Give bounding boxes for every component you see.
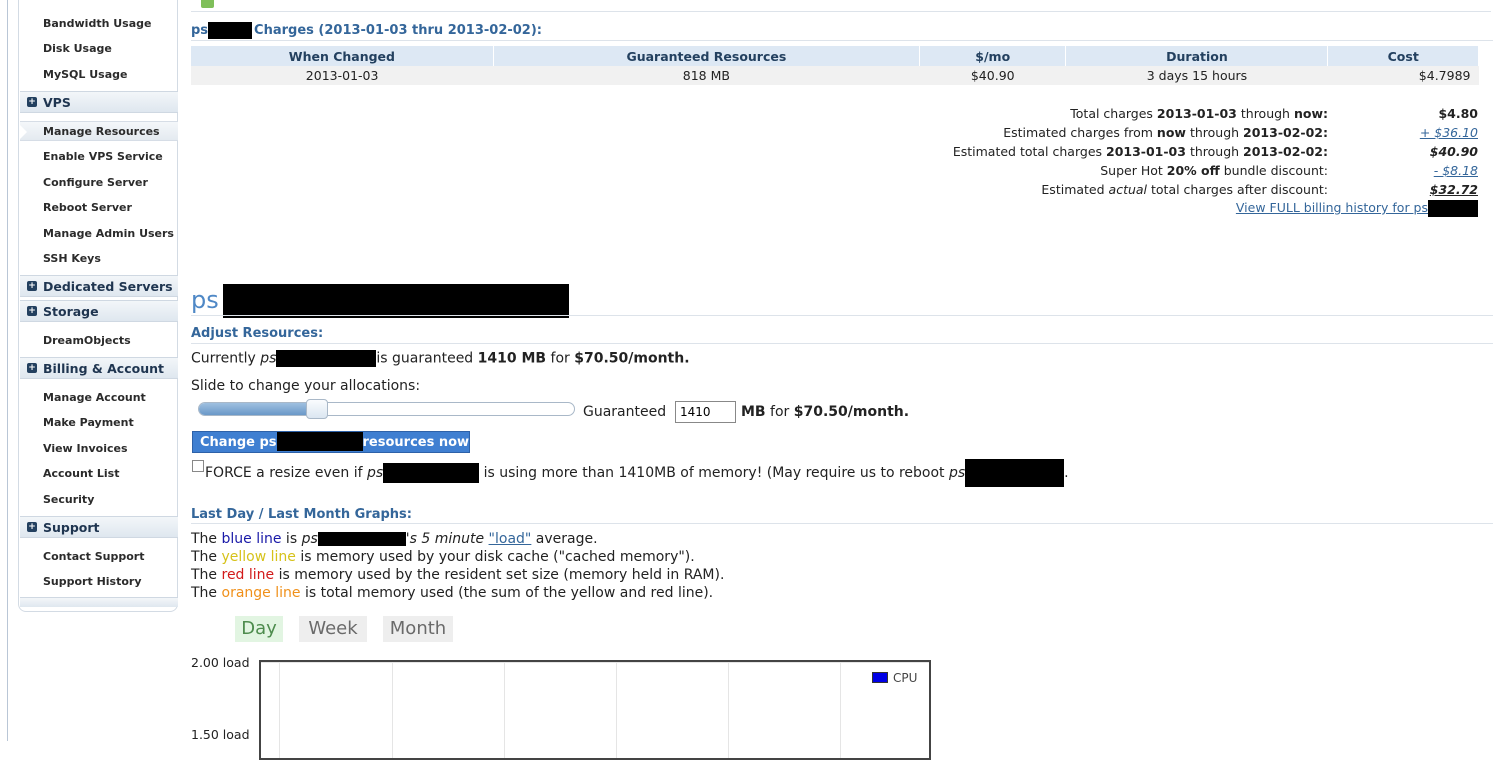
grid-line bbox=[616, 662, 617, 758]
redacted-block bbox=[965, 459, 1065, 487]
redacted-block bbox=[383, 463, 480, 483]
billing-history-link[interactable]: View FULL billing history for ps bbox=[1236, 200, 1478, 217]
active-arrow-icon bbox=[19, 124, 27, 140]
redacted-block bbox=[208, 22, 253, 39]
redacted-block bbox=[222, 284, 569, 318]
expand-icon: + bbox=[27, 522, 37, 532]
force-resize-label: FORCE a resize even if ps is using more … bbox=[205, 459, 1069, 487]
column-header: When Changed bbox=[191, 46, 494, 66]
sidebar-item-reboot-server[interactable]: Reboot Server bbox=[43, 201, 132, 214]
graph-legend-line-4: The orange line is total memory used (th… bbox=[191, 585, 714, 601]
sidebar: Data Centers Bandwidth Usage Disk Usage … bbox=[18, 0, 178, 612]
guaranteed-mb-input[interactable] bbox=[675, 401, 736, 423]
mb-for-price: MB for $70.50/month. bbox=[741, 404, 910, 420]
sidebar-item-make-payment[interactable]: Make Payment bbox=[43, 416, 134, 429]
tab-month[interactable]: Month bbox=[383, 616, 453, 642]
sidebar-item-ssh-keys[interactable]: SSH Keys bbox=[43, 252, 101, 265]
sidebar-item-support-history[interactable]: Support History bbox=[43, 575, 142, 588]
charges-title: ps Charges (2013-01-03 thru 2013-02-02): bbox=[191, 22, 542, 39]
column-header: Duration bbox=[1065, 46, 1329, 66]
sidebar-section-billing[interactable]: + Billing & Account bbox=[20, 357, 178, 379]
expand-icon: + bbox=[27, 97, 37, 107]
change-resources-button[interactable]: Change ps resources now! bbox=[192, 431, 475, 453]
force-resize-checkbox[interactable] bbox=[192, 460, 204, 472]
resource-slider[interactable] bbox=[198, 399, 575, 419]
grid-line bbox=[504, 662, 505, 758]
redacted-block bbox=[276, 432, 363, 451]
estimated-total-label: Estimated total charges 2013-01-03 throu… bbox=[952, 144, 1328, 159]
load-graph: CPU bbox=[259, 660, 931, 760]
sidebar-section-storage[interactable]: + Storage bbox=[20, 300, 178, 322]
sidebar-footer bbox=[20, 597, 178, 607]
top-collapsed-bar[interactable] bbox=[191, 0, 1491, 12]
graphs-title: Last Day / Last Month Graphs: bbox=[191, 507, 412, 522]
cpu-legend-label: CPU bbox=[893, 671, 918, 685]
cpu-legend-swatch bbox=[872, 672, 888, 683]
sidebar-item-configure-server[interactable]: Configure Server bbox=[43, 176, 148, 189]
guaranteed-label: Guaranteed bbox=[583, 404, 667, 420]
divider bbox=[191, 315, 1493, 316]
column-header: Guaranteed Resources bbox=[493, 46, 921, 66]
grid-line bbox=[392, 662, 393, 758]
sidebar-item-disk-usage[interactable]: Disk Usage bbox=[43, 42, 112, 55]
column-header: $/mo bbox=[919, 46, 1067, 66]
grid-line bbox=[840, 662, 841, 758]
current-allocation-text: Currently ps is guaranteed 1410 MB for $7… bbox=[191, 350, 690, 367]
column-header: Cost bbox=[1327, 46, 1479, 66]
discount-label: Super Hot 20% off bundle discount: bbox=[1100, 163, 1328, 178]
y-tick-label: 2.00 load bbox=[191, 655, 250, 670]
redacted-block bbox=[1428, 200, 1478, 217]
sidebar-section-dedicated[interactable]: + Dedicated Servers bbox=[20, 275, 178, 297]
redacted-block bbox=[317, 532, 406, 546]
divider bbox=[191, 343, 1493, 344]
grid-line bbox=[261, 662, 929, 663]
estimated-charges-value[interactable]: + $36.10 bbox=[1420, 125, 1478, 140]
expand-icon: + bbox=[27, 306, 37, 316]
server-name-heading: ps bbox=[191, 284, 569, 318]
sidebar-item-dreamobjects[interactable]: DreamObjects bbox=[43, 334, 131, 347]
load-link[interactable]: "load" bbox=[489, 531, 532, 547]
sidebar-item-security[interactable]: Security bbox=[43, 493, 94, 506]
sidebar-section-vps[interactable]: + VPS bbox=[20, 91, 178, 113]
tab-week[interactable]: Week bbox=[299, 616, 367, 642]
divider bbox=[191, 40, 1493, 41]
divider bbox=[191, 523, 1493, 524]
page-left-edge bbox=[0, 0, 8, 741]
expand-icon: + bbox=[27, 281, 37, 291]
sidebar-item-manage-resources[interactable]: Manage Resources bbox=[19, 121, 178, 141]
discount-value[interactable]: - $8.18 bbox=[1434, 163, 1478, 178]
sidebar-item-manage-admin-users[interactable]: Manage Admin Users bbox=[43, 227, 174, 240]
estimated-charges-label: Estimated charges from now through 2013-… bbox=[1003, 125, 1328, 140]
estimated-total-value: $40.90 bbox=[1429, 144, 1478, 159]
sidebar-item-view-invoices[interactable]: View Invoices bbox=[43, 442, 128, 455]
slider-fill bbox=[199, 403, 317, 415]
slide-label: Slide to change your allocations: bbox=[191, 378, 421, 394]
sidebar-item-contact-support[interactable]: Contact Support bbox=[43, 550, 145, 563]
slider-handle[interactable] bbox=[306, 399, 328, 419]
adjust-resources-title: Adjust Resources: bbox=[191, 326, 324, 341]
tab-day[interactable]: Day bbox=[235, 616, 283, 642]
redacted-block bbox=[276, 350, 377, 367]
sidebar-item-enable-vps[interactable]: Enable VPS Service bbox=[43, 150, 163, 163]
actual-total-value: $32.72 bbox=[1429, 182, 1478, 197]
total-charges-label: Total charges 2013-01-03 through now: bbox=[1070, 106, 1328, 121]
graph-legend-line-1: The blue line is ps's 5 minute "load" av… bbox=[191, 531, 598, 547]
graph-legend-line-3: The red line is memory used by the resid… bbox=[191, 567, 725, 583]
toggle-graphs-icon[interactable] bbox=[201, 0, 214, 8]
sidebar-item-mysql-usage[interactable]: MySQL Usage bbox=[43, 68, 127, 81]
grid-line bbox=[279, 662, 280, 758]
graph-legend-line-2: The yellow line is memory used by your d… bbox=[191, 549, 695, 565]
actual-total-label: Estimated actual total charges after dis… bbox=[1041, 182, 1328, 197]
total-charges-value: $4.80 bbox=[1438, 106, 1478, 121]
grid-line bbox=[728, 662, 729, 758]
sidebar-item-manage-account[interactable]: Manage Account bbox=[43, 391, 146, 404]
sidebar-item-bandwidth-usage[interactable]: Bandwidth Usage bbox=[43, 17, 151, 30]
sidebar-item-account-list[interactable]: Account List bbox=[43, 467, 119, 480]
sidebar-section-support[interactable]: + Support bbox=[20, 516, 178, 538]
charges-summary: Total charges 2013-01-03 through now: $4… bbox=[700, 106, 1498, 226]
table-row: 2013-01-03 818 MB $40.90 3 days 15 hours… bbox=[191, 66, 1479, 85]
y-tick-label: 1.50 load bbox=[191, 727, 250, 742]
charges-table: When Changed Guaranteed Resources $/mo D… bbox=[191, 46, 1479, 85]
expand-icon: + bbox=[27, 363, 37, 373]
